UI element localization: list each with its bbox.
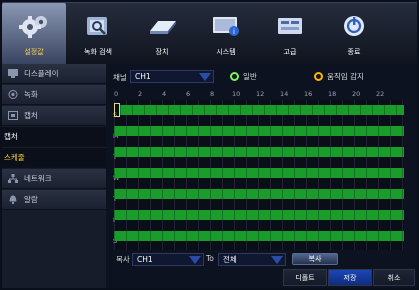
tab-advanced[interactable]: 고급: [258, 3, 322, 65]
tab-label: 시스템: [216, 48, 236, 56]
schedule-bar-mon[interactable]: [114, 126, 404, 136]
hour-label: 14: [280, 90, 289, 98]
hour-label: 20: [352, 90, 361, 98]
sidebar-item-label: 캡처: [4, 132, 18, 141]
schedule-bar-tue[interactable]: [114, 147, 404, 157]
sidebar-item-label: 스케줄: [4, 153, 25, 162]
sidebar-item-schedule[interactable]: 스케줄: [2, 148, 106, 168]
svg-text:i: i: [233, 28, 235, 36]
sidebar-item-record[interactable]: 녹화: [2, 85, 106, 105]
power-icon: [338, 13, 370, 39]
copy-button[interactable]: 복사: [292, 253, 338, 265]
tab-exit[interactable]: 종료: [322, 3, 386, 65]
radio-selected-icon: [230, 72, 239, 81]
channel-value: CH1: [135, 72, 151, 81]
channel-select[interactable]: CH1: [130, 70, 214, 83]
sidebar-item-label: 녹화: [24, 90, 38, 99]
capture-icon: [8, 111, 18, 120]
hour-label: 16: [304, 90, 313, 98]
gears-icon: [18, 13, 50, 39]
mode-normal-radio[interactable]: 일반: [230, 71, 257, 82]
hour-label: 8: [210, 90, 215, 98]
sidebar-item-label: 네트워크: [24, 174, 52, 183]
hour-label: 22: [376, 90, 385, 98]
sidebar-item-capture[interactable]: 캡처: [2, 106, 106, 126]
sidebar-item-label: 알람: [24, 195, 38, 204]
sidebar-item-capture-sub[interactable]: 캡처: [2, 127, 106, 147]
tab-label: 설정값: [24, 48, 44, 56]
tab-device[interactable]: 장치: [130, 3, 194, 65]
tab-settings[interactable]: 설정값: [2, 3, 66, 65]
copy-to-select[interactable]: 전체: [218, 253, 286, 266]
schedule-bar-sun[interactable]: [120, 105, 404, 115]
tab-label: 장치: [155, 48, 169, 56]
alarm-icon: [8, 195, 18, 204]
default-button[interactable]: 디폴트: [283, 269, 327, 286]
sidebar-item-label: 캡처: [24, 111, 38, 120]
channel-label: 채널: [113, 73, 127, 82]
hour-label: 2: [138, 90, 143, 98]
tab-label: 고급: [283, 48, 297, 56]
hard-disk-icon: [146, 13, 178, 39]
sidebar-item-network[interactable]: 네트워크: [2, 169, 106, 189]
schedule-bar-sat[interactable]: [114, 231, 404, 241]
copy-from-value: CH1: [137, 255, 153, 264]
chevron-down-icon: [271, 256, 283, 264]
monitor-info-icon: i: [210, 13, 242, 39]
hour-label: 4: [162, 90, 167, 98]
copy-label: 복사: [116, 255, 130, 264]
top-menu-bar: 설정값 녹화 검색 장치 i 시스템 고급 종료: [2, 2, 417, 65]
hour-label: 12: [256, 90, 265, 98]
sidebar-item-label: 디스플레이: [24, 69, 59, 78]
radio-unselected-icon: [314, 72, 323, 81]
hour-label: 6: [186, 90, 191, 98]
settings-sidebar: 디스플레이 녹화 캡처 캡처 스케줄 네트워크 알람: [2, 64, 106, 288]
tab-label: 녹화 검색: [84, 48, 112, 56]
copy-to-value: 전체: [223, 255, 237, 264]
save-button[interactable]: 저장: [328, 269, 372, 286]
display-icon: [8, 69, 18, 78]
mode-motion-label: 움직임 감지: [327, 72, 364, 81]
chevron-down-icon: [199, 73, 211, 81]
schedule-bar-thu[interactable]: [114, 189, 404, 199]
tab-label: 종료: [347, 48, 361, 56]
mode-motion-radio[interactable]: 움직임 감지: [314, 71, 364, 82]
hour-label: 18: [328, 90, 337, 98]
chevron-down-icon: [189, 256, 201, 264]
record-icon: [8, 90, 18, 99]
schedule-bar-wed[interactable]: [114, 168, 404, 178]
tab-system[interactable]: i 시스템: [194, 3, 258, 65]
mode-normal-label: 일반: [243, 72, 257, 81]
hour-label: 0: [114, 90, 119, 98]
hour-label: 10: [232, 90, 241, 98]
copy-from-select[interactable]: CH1: [132, 253, 204, 266]
cancel-button[interactable]: 취소: [373, 269, 415, 286]
sidebar-item-display[interactable]: 디스플레이: [2, 64, 106, 84]
copy-to-label: To: [206, 254, 214, 263]
search-playback-icon: [82, 13, 114, 39]
tab-search[interactable]: 녹화 검색: [66, 3, 130, 65]
advanced-icon: [274, 13, 306, 39]
sidebar-item-alarm[interactable]: 알람: [2, 190, 106, 210]
schedule-cursor[interactable]: [114, 103, 120, 117]
schedule-panel: 채널 CH1 일반 움직임 감지 0 2 4 6 8 10 12 14 16 1…: [106, 64, 417, 288]
schedule-bar-fri[interactable]: [114, 210, 404, 220]
network-icon: [8, 174, 18, 183]
